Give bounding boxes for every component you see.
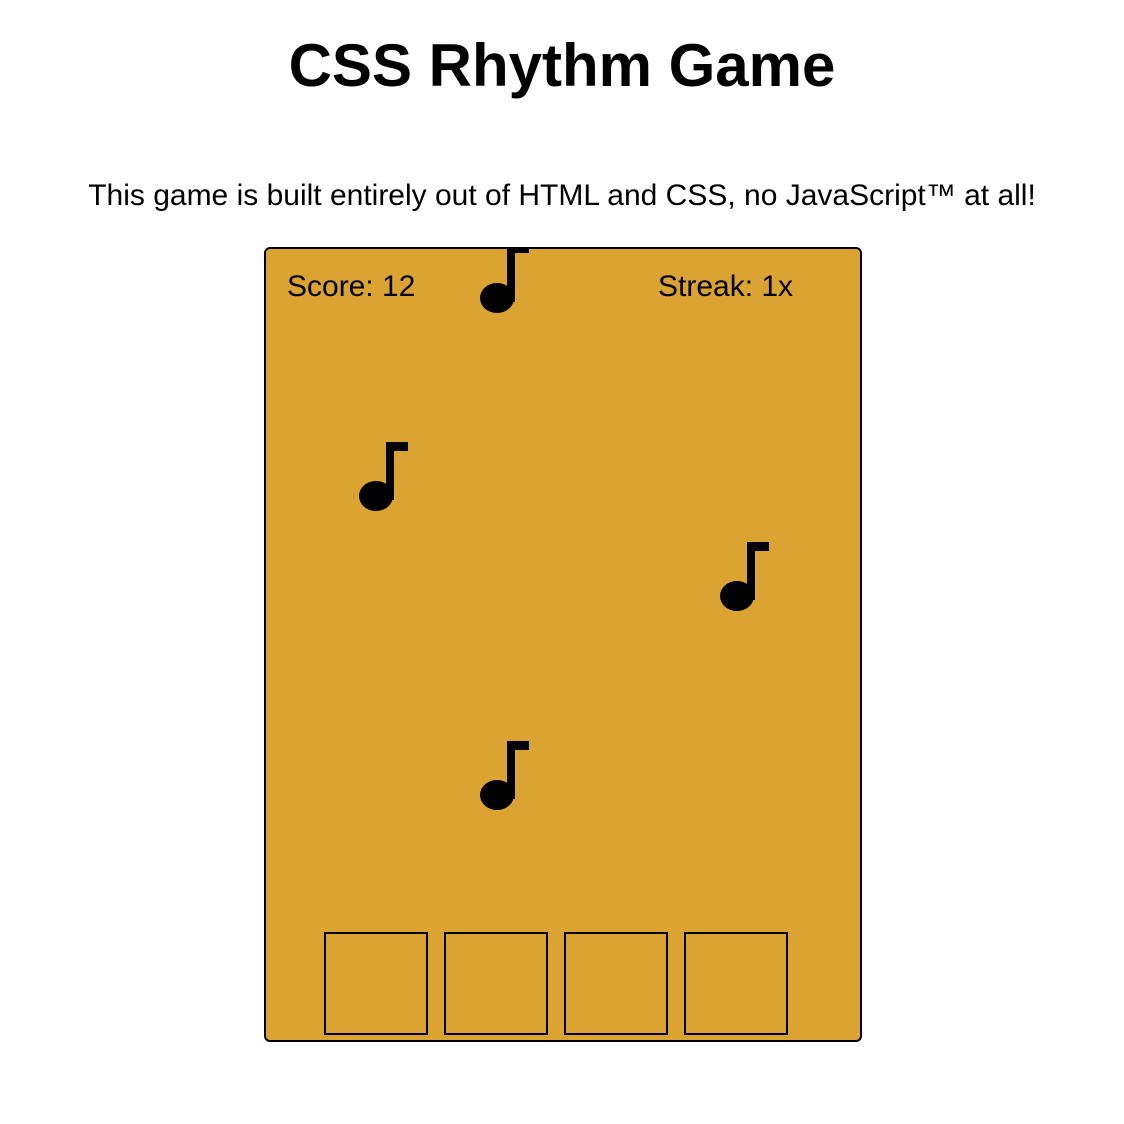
lane-target-1[interactable] [324,932,428,1035]
score-display: Score: 12 [287,270,416,303]
game-board: Score: 12 Streak: 1x [264,247,862,1042]
page-title: CSS Rhythm Game [288,32,836,99]
streak-display: Streak: 1x [658,270,794,303]
music-note-icon[interactable] [479,249,531,320]
page-subtitle: This game is built entirely out of HTML … [88,179,1036,212]
music-note-icon[interactable] [358,1041,410,1042]
lane-target-4[interactable] [684,932,788,1035]
music-note-icon[interactable] [719,542,771,618]
music-note-icon[interactable] [479,741,531,817]
lane-target-2[interactable] [444,932,548,1035]
music-note-icon[interactable] [358,442,410,518]
lane-target-3[interactable] [564,932,668,1035]
